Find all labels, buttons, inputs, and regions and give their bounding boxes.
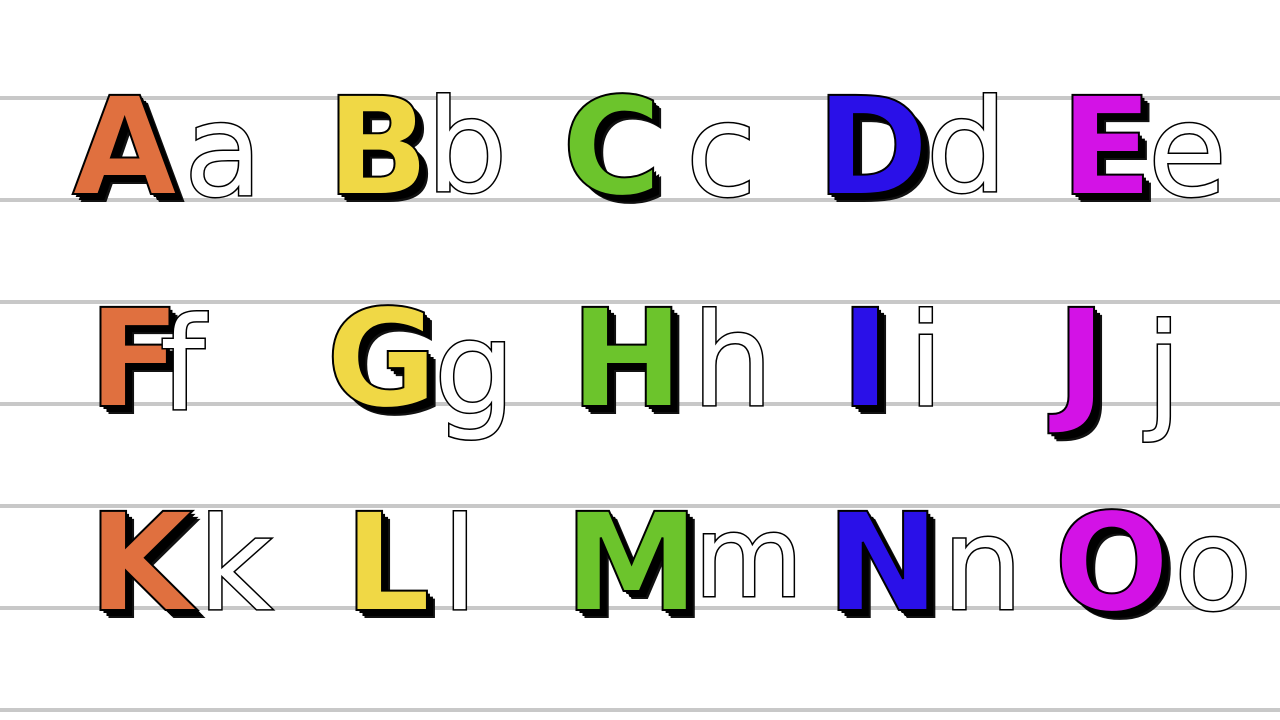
letter-pair-d: D d [815, 69, 1056, 230]
lowercase-tracing-letter: o [1172, 491, 1253, 640]
lowercase-tracing-letter: k [196, 491, 273, 640]
letter-pair-b: B b [325, 69, 566, 230]
lowercase-tracing-letter: m [692, 493, 804, 623]
uppercase-letter: A [71, 69, 178, 227]
lowercase-tracing-letter: g [432, 295, 516, 444]
lowercase-tracing-letter: l [441, 491, 480, 640]
letter-pair-f: F f [87, 291, 328, 442]
lowercase-tracing-letter: h [690, 287, 774, 436]
lowercase-tracing-letter: d [924, 73, 1008, 222]
uppercase-letter: I [839, 281, 892, 439]
lowercase-tracing-letter: c [684, 77, 757, 226]
lowercase-tracing-letter: f [158, 291, 206, 440]
letter-pair-e: E e [1059, 69, 1280, 230]
letter-pair-c: C c [561, 69, 802, 230]
letter-pair-n: N n [825, 485, 1066, 646]
uppercase-letter: N [825, 485, 941, 643]
lowercase-tracing-letter: b [424, 73, 508, 222]
uppercase-letter: B [325, 69, 431, 227]
lowercase-tracing-letter: n [940, 491, 1024, 640]
letter-pair-h: H h [569, 281, 810, 442]
uppercase-letter: C [561, 69, 663, 227]
letter-pair-j: J j [1055, 281, 1280, 446]
letter-pair-k: K k [87, 485, 328, 646]
letter-pair-a: A a [71, 69, 312, 230]
letter-pair-g: G g [325, 281, 566, 444]
uppercase-letter: G [325, 281, 439, 439]
uppercase-letter: D [815, 69, 930, 227]
lowercase-tracing-letter: a [182, 77, 263, 226]
uppercase-letter: K [87, 485, 194, 643]
letter-pair-m: M m [563, 485, 805, 646]
lowercase-tracing-letter: i [907, 287, 946, 436]
uppercase-letter: J [1055, 281, 1108, 439]
lowercase-tracing-letter: e [1147, 77, 1229, 226]
uppercase-letter: E [1059, 69, 1154, 227]
letter-pair-i: I i [839, 281, 1080, 442]
letter-pair-l: L l [343, 485, 584, 646]
letter-pair-o: O o [1053, 485, 1280, 646]
uppercase-letter: M [563, 485, 700, 643]
uppercase-letter: L [343, 485, 432, 643]
ruled-line [0, 708, 1280, 712]
uppercase-letter: H [569, 281, 685, 439]
uppercase-letter: O [1053, 485, 1171, 643]
lowercase-tracing-letter: j [1145, 297, 1184, 446]
